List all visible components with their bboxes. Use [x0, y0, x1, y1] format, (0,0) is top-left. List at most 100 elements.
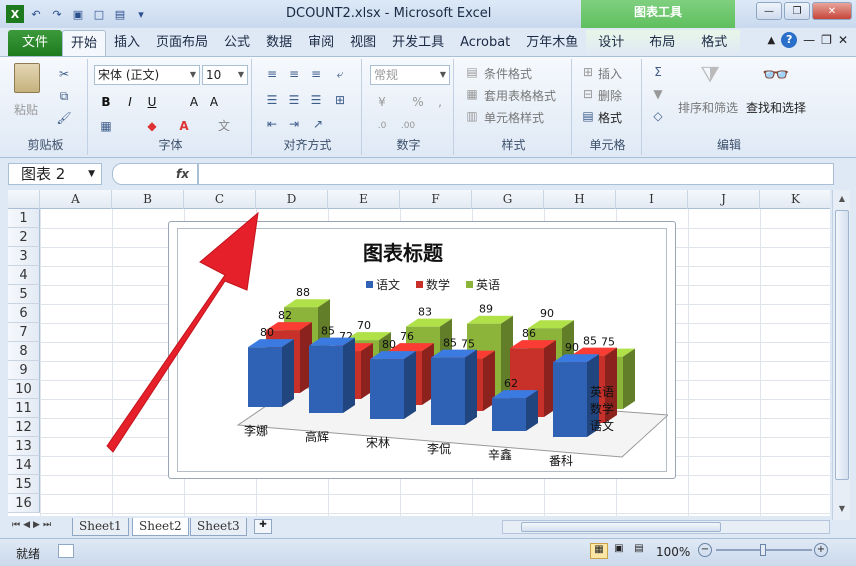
zoom-level[interactable]: 100%: [656, 545, 690, 559]
insert-cells-icon[interactable]: ⊞: [580, 65, 596, 79]
column-header[interactable]: E: [328, 190, 400, 209]
insert-cells-button[interactable]: 插入: [598, 65, 622, 82]
row-header[interactable]: 14: [8, 456, 40, 475]
tab-page-layout[interactable]: 页面布局: [148, 30, 216, 56]
column-header[interactable]: G: [472, 190, 544, 209]
column-header[interactable]: C: [184, 190, 256, 209]
workbook-minimize-icon[interactable]: —: [803, 33, 815, 47]
font-size-combo[interactable]: 10 ▼: [202, 65, 248, 85]
format-painter-icon[interactable]: 🖌: [56, 111, 72, 125]
row-header[interactable]: 6: [8, 304, 40, 323]
chart-title[interactable]: 图表标题: [363, 241, 444, 265]
cell-styles-button[interactable]: 单元格样式: [484, 109, 544, 126]
column-header[interactable]: I: [616, 190, 688, 209]
macro-record-icon[interactable]: [58, 544, 74, 558]
row-header[interactable]: 8: [8, 342, 40, 361]
delete-cells-button[interactable]: 删除: [598, 87, 622, 104]
customize-qat-icon[interactable]: ▾: [132, 5, 150, 23]
fill-icon[interactable]: ▼: [650, 87, 666, 101]
comma-icon[interactable]: ,: [432, 95, 448, 109]
chart-object[interactable]: 图表标题 语文 数学 英语 88 70 83 89 90 75 82 72 76 75 86 85 80 85…: [168, 221, 676, 479]
row-header[interactable]: 11: [8, 399, 40, 418]
column-header[interactable]: K: [760, 190, 830, 209]
column-header[interactable]: A: [40, 190, 112, 209]
font-name-combo[interactable]: 宋体 (正文) ▼: [94, 65, 200, 85]
tab-data[interactable]: 数据: [258, 30, 300, 56]
cell-styles-icon[interactable]: ▥: [464, 109, 480, 123]
select-all-corner[interactable]: [8, 190, 40, 209]
column-header[interactable]: J: [688, 190, 760, 209]
increase-decimal-icon[interactable]: .0: [374, 119, 390, 133]
border-icon[interactable]: ▦: [98, 119, 114, 133]
page-layout-view-icon[interactable]: ▣: [610, 543, 628, 559]
sheet-tab[interactable]: Sheet3: [190, 518, 247, 536]
find-select-icon[interactable]: 👓: [762, 63, 790, 93]
scroll-thumb[interactable]: [835, 210, 849, 480]
workbook-close-icon[interactable]: ✕: [838, 33, 848, 47]
name-box[interactable]: 图表 2 ▼: [8, 163, 102, 185]
increase-indent-icon[interactable]: ⇥: [286, 117, 302, 131]
tab-format[interactable]: 格式: [688, 30, 741, 56]
page-break-view-icon[interactable]: ▤: [630, 543, 648, 559]
formula-input[interactable]: [198, 163, 834, 185]
format-cells-button[interactable]: 格式: [598, 109, 622, 126]
sheet-tab[interactable]: Sheet1: [72, 518, 129, 536]
horizontal-scrollbar[interactable]: [502, 520, 830, 534]
number-format-combo[interactable]: 常规 ▼: [370, 65, 450, 85]
conditional-format-icon[interactable]: ▤: [464, 65, 480, 79]
find-select-button[interactable]: 查找和选择: [746, 99, 806, 116]
zoom-slider-thumb[interactable]: [760, 544, 766, 556]
align-right-icon[interactable]: ☰: [308, 93, 324, 107]
row-header[interactable]: 13: [8, 437, 40, 456]
minimize-ribbon-icon[interactable]: ▲: [767, 35, 775, 46]
currency-icon[interactable]: ¥: [374, 95, 390, 109]
tab-developer[interactable]: 开发工具: [384, 30, 452, 56]
sheet-nav-icon[interactable]: ⏮◀▶⏭: [12, 520, 54, 530]
tab-view[interactable]: 视图: [342, 30, 384, 56]
align-middle-icon[interactable]: ≡: [286, 67, 302, 81]
redo-icon[interactable]: ↷: [48, 5, 66, 23]
wrap-text-icon[interactable]: ⤶: [332, 67, 348, 81]
table-format-button[interactable]: 套用表格格式: [484, 87, 556, 104]
zoom-in-icon[interactable]: +: [814, 543, 828, 557]
row-header[interactable]: 3: [8, 247, 40, 266]
insert-function-button[interactable]: fx: [112, 163, 198, 185]
format-cells-icon[interactable]: ▤: [580, 109, 596, 123]
align-bottom-icon[interactable]: ≡: [308, 67, 324, 81]
tab-home[interactable]: 开始: [62, 30, 107, 56]
sort-filter-icon[interactable]: ⧩: [696, 63, 724, 93]
row-header[interactable]: 4: [8, 266, 40, 285]
autosum-icon[interactable]: Σ: [650, 65, 666, 79]
zoom-out-icon[interactable]: −: [698, 543, 712, 557]
row-header[interactable]: 1: [8, 209, 40, 228]
workbook-restore-icon[interactable]: ❐: [821, 33, 832, 47]
zoom-slider[interactable]: [716, 544, 812, 556]
underline-icon[interactable]: U: [144, 95, 160, 109]
row-header[interactable]: 12: [8, 418, 40, 437]
align-center-icon[interactable]: ☰: [286, 93, 302, 107]
copy-icon[interactable]: ⧉: [56, 89, 72, 103]
tab-file[interactable]: 文件: [8, 30, 62, 56]
row-header[interactable]: 2: [8, 228, 40, 247]
tab-design[interactable]: 设计: [586, 30, 637, 56]
undo-icon[interactable]: ↶: [27, 5, 45, 23]
clear-icon[interactable]: ◇: [650, 109, 666, 123]
font-color-icon[interactable]: A: [176, 119, 192, 133]
decrease-decimal-icon[interactable]: .00: [400, 119, 416, 133]
worksheet-grid[interactable]: A B C D E F G H I J K 1 2 3 4 5 6 7 8 9 …: [8, 190, 830, 516]
phonetic-icon[interactable]: 文: [216, 119, 232, 133]
fill-color-icon[interactable]: ◆: [144, 119, 160, 133]
paste-icon[interactable]: [14, 63, 40, 93]
tab-acrobat[interactable]: Acrobat: [452, 30, 518, 56]
tab-wannianmuyu[interactable]: 万年木鱼: [518, 30, 586, 56]
minimize-icon[interactable]: —: [756, 2, 782, 20]
normal-view-icon[interactable]: ▦: [590, 543, 608, 559]
percent-icon[interactable]: %: [410, 95, 426, 109]
row-header[interactable]: 16: [8, 494, 40, 513]
vertical-scrollbar[interactable]: ▲ ▼: [832, 190, 850, 520]
excel-logo-icon[interactable]: X: [6, 5, 24, 23]
restore-icon[interactable]: ❐: [784, 2, 810, 20]
tab-review[interactable]: 审阅: [300, 30, 342, 56]
align-top-icon[interactable]: ≡: [264, 67, 280, 81]
chart-legend[interactable]: 语文 数学 英语: [366, 277, 500, 292]
